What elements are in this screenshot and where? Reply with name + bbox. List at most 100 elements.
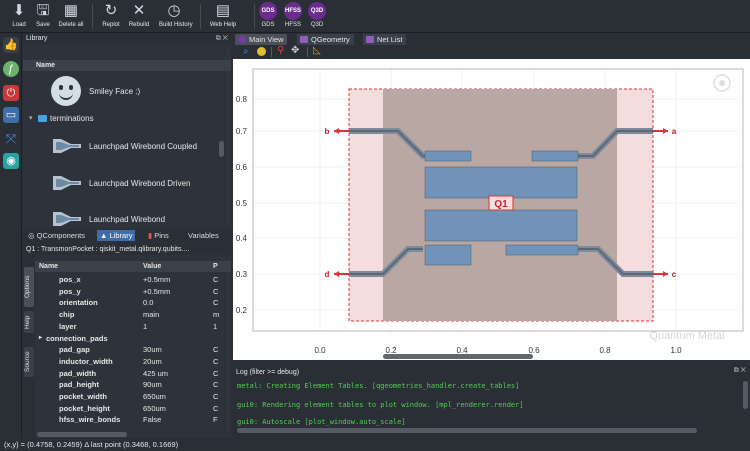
tab-source[interactable]: Source (24, 347, 34, 377)
library-item[interactable]: Launchpad Wirebond Driven (23, 170, 219, 196)
table-row[interactable]: pocket_height 650um C (35, 403, 231, 415)
log-scrollbar[interactable] (237, 428, 697, 433)
table-row[interactable]: pad_width 425 um C (35, 368, 231, 380)
expand-icon[interactable]: ⤧ (3, 131, 19, 147)
table-row[interactable]: ▸ connection_pads (35, 333, 231, 345)
option-value[interactable]: 425 um (143, 368, 168, 380)
table-row[interactable]: pos_y +0.5mm C (35, 286, 231, 298)
log-icon[interactable]: ▭ (3, 107, 19, 123)
web-help-button[interactable]: ▤ Web Help (208, 1, 238, 32)
option-value[interactable]: main (143, 309, 159, 321)
plot-scrollbar[interactable] (383, 354, 533, 359)
tab-qgeometry[interactable]: QGeometry (297, 34, 354, 45)
qcomponent-panel: Q1 : TransmonPocket : qiskit_metal.qlibr… (23, 244, 231, 438)
replot-button[interactable]: ↻ Replot (96, 1, 126, 32)
left-sidebar: 👍 ƒ ⏻ ▭ ⤧ ◉ (0, 33, 22, 438)
y-tick-label: 0.5 (236, 199, 248, 208)
option-value[interactable]: 90um (143, 379, 162, 391)
option-name: pad_height (59, 380, 100, 390)
table-row[interactable]: chip main m (35, 309, 231, 321)
tab-main-view[interactable]: Main View (235, 34, 288, 45)
tab-pins[interactable]: ▮ Pins (145, 230, 172, 241)
history-icon: ◷ (167, 2, 181, 19)
q3d-button[interactable]: Q3D Q3D (305, 1, 329, 32)
log-vertical-scrollbar[interactable] (743, 381, 748, 409)
save-button[interactable]: 🖫 Save (28, 1, 58, 32)
table-row[interactable]: inductor_width 20um C (35, 356, 231, 368)
ruler-icon[interactable]: ◺ (313, 45, 321, 56)
zoom-icon[interactable]: ⌕ (243, 46, 249, 57)
option-value[interactable]: 650um (143, 391, 166, 403)
pin-marker-icon[interactable]: ⚲ (277, 45, 284, 56)
hfss-icon: HFSS (284, 2, 302, 20)
option-name: layer (59, 321, 77, 331)
table-row[interactable]: orientation 0.0 C (35, 297, 231, 309)
gds-button[interactable]: GDS GDS (256, 1, 280, 32)
tab-help[interactable]: Help (24, 311, 34, 333)
thumbs-up-icon[interactable]: 👍 (3, 37, 19, 53)
delete-all-button[interactable]: ▦ Delete all (56, 1, 86, 32)
pin-label-b: b (325, 127, 330, 136)
table-row[interactable]: pocket_width 650um C (35, 391, 231, 403)
library-item[interactable]: Smiley Face :) (23, 72, 219, 106)
log-line: gui0: Autoscale [plot_window.auto_scale] (237, 418, 406, 426)
pin-label-a: a (672, 127, 677, 136)
table-row[interactable]: layer 1 1 (35, 321, 231, 333)
folder-icon (38, 115, 47, 122)
options-table-header: Name Value P (35, 261, 231, 272)
log-line: gui0: Rendering element tables to plot w… (237, 401, 524, 409)
function-icon[interactable]: ƒ (3, 61, 19, 77)
option-value[interactable]: 650um (143, 403, 166, 415)
pointer-icon[interactable]: ✥ (291, 45, 299, 56)
hfss-button[interactable]: HFSS HFSS (281, 1, 305, 32)
library-tab-icon: ▲ (100, 231, 110, 240)
library-folder[interactable]: ▾ terminations (23, 113, 219, 125)
library-scrollbar[interactable] (219, 141, 224, 157)
tab-net-list[interactable]: Net List (363, 34, 407, 45)
tab-library[interactable]: ▲ Library (97, 230, 136, 241)
palette-icon[interactable] (257, 47, 266, 56)
tab-variables[interactable]: Variables (185, 230, 222, 241)
chevron-right-icon[interactable]: ▸ (39, 333, 42, 345)
tab-options[interactable]: Options (24, 267, 34, 307)
main-toolbar: ⬇ Load 🖫 Save ▦ Delete all ↻ Replot ✕ Re… (0, 0, 750, 33)
build-history-button[interactable]: ◷ Build History (159, 1, 193, 32)
log-line: metal: Creating Element Tables. [qgeomet… (237, 382, 520, 390)
library-panel: Library ⧉ ✕ Name Smiley Face :) ▾ termin… (23, 33, 231, 241)
rebuild-button[interactable]: ✕ Rebuild (124, 1, 154, 32)
close-icon[interactable]: ⧉ ✕ (216, 33, 228, 44)
library-item[interactable]: Launchpad Wirebond Coupled (23, 133, 219, 159)
qcomponent-header: Q1 : TransmonPocket : qiskit_metal.qlibr… (23, 244, 231, 255)
main-view-plot[interactable]: Q1 b a d c 0.0 0.2 0.4 0.6 0.8 1.0 0.8 0.7 0.6 0.… (233, 59, 750, 360)
cursor-coordinates: (x,y) = (0.4758, 0.2459) Δ last point (0… (4, 440, 179, 449)
tab-qcomponents[interactable]: ◎ QComponents (25, 230, 88, 241)
y-tick-label: 0.4 (236, 234, 248, 243)
table-row[interactable]: hfss_wire_bonds False F (35, 414, 231, 426)
option-parsed: C (213, 368, 219, 378)
log-title: Log (filter >= debug) (236, 369, 300, 376)
option-value[interactable]: 1 (143, 321, 147, 333)
option-name: hfss_wire_bonds (59, 415, 121, 425)
table-row[interactable]: pos_x +0.5mm C (35, 274, 231, 286)
option-value[interactable]: 0.0 (143, 297, 153, 309)
option-value[interactable]: 30um (143, 344, 162, 356)
option-value[interactable]: +0.5mm (143, 274, 170, 286)
chevron-down-icon: ▾ (29, 115, 33, 122)
q3d-icon: Q3D (308, 2, 326, 20)
close-icon[interactable]: ⧉ ✕ (734, 367, 746, 375)
option-name: pocket_height (59, 403, 110, 413)
table-row[interactable]: pad_height 90um C (35, 379, 231, 391)
plot-canvas[interactable]: Q1 b a d c 0.0 0.2 0.4 0.6 0.8 1.00.80.70.60.… (233, 59, 750, 360)
x-tick-label: 1.0 (670, 346, 682, 355)
plug-icon[interactable]: ⏻ (3, 85, 19, 101)
option-value[interactable]: False (143, 414, 161, 426)
table-row[interactable]: pad_gap 30um C (35, 344, 231, 356)
camera-icon[interactable]: ◉ (3, 153, 19, 169)
option-parsed: C (213, 275, 219, 284)
option-parsed: F (213, 415, 218, 425)
option-value[interactable]: +0.5mm (143, 286, 170, 298)
option-value[interactable]: 20um (143, 356, 162, 368)
library-item[interactable]: Launchpad Wirebond (23, 206, 219, 228)
options-scrollbar[interactable] (37, 432, 127, 437)
launchpad-icon (53, 212, 81, 226)
